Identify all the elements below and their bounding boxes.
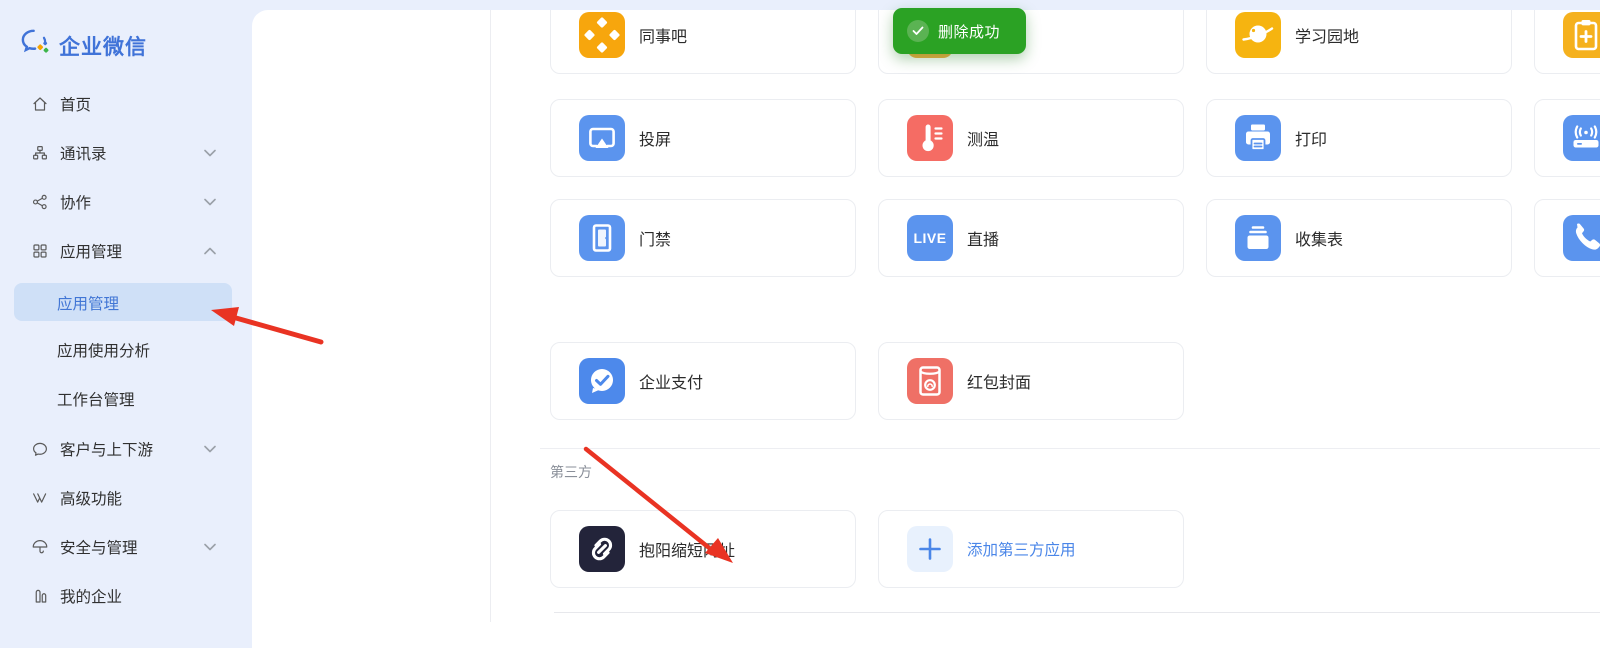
sidebar-subitem-app-usage-analysis[interactable]: 应用使用分析	[0, 337, 246, 363]
link-icon	[579, 526, 625, 572]
door-icon	[579, 215, 625, 261]
app-card-label: 打印	[1295, 126, 1327, 150]
app-card-label: 收集表	[1295, 226, 1343, 250]
wecom-logo-icon	[20, 28, 52, 63]
app-card-clipped-2[interactable]	[1534, 99, 1600, 177]
section-title-third-party: 第三方	[550, 462, 592, 482]
org-chart-icon	[31, 144, 49, 162]
sidebar-subitem-label: 工作台管理	[57, 388, 135, 410]
sidebar-item-app-management[interactable]: 应用管理	[0, 238, 246, 264]
app-card-label: 企业支付	[639, 369, 703, 393]
toast-text: 删除成功	[938, 21, 1000, 42]
sidebar: 企业微信 首页 通讯录 协作 应用管理 应用管理 应用使用分	[0, 0, 252, 648]
toast-delete-success: 删除成功	[893, 8, 1026, 54]
sidebar-subitem-app-management-selected[interactable]	[14, 283, 232, 321]
app-card-label: 同事吧	[639, 23, 687, 47]
share-nodes-icon	[31, 193, 49, 211]
thermometer-icon	[907, 115, 953, 161]
app-card-xuexiyuandi[interactable]: 学习园地	[1206, 10, 1512, 74]
section-divider	[540, 448, 1600, 449]
wecom-logo-text: 企业微信	[59, 31, 147, 61]
app-card-label: 直播	[967, 226, 999, 250]
content-vertical-divider	[490, 10, 491, 622]
chevron-down-icon	[204, 149, 216, 157]
sidebar-item-contacts[interactable]: 通讯录	[0, 140, 246, 166]
sidebar-item-collaboration[interactable]: 协作	[0, 189, 246, 215]
diamond-icon	[579, 12, 625, 58]
plus-icon	[907, 526, 953, 572]
sidebar-item-customers[interactable]: 客户与上下游	[0, 436, 246, 462]
home-icon	[31, 95, 49, 113]
chevron-down-icon	[204, 543, 216, 551]
wecom-logo[interactable]: 企业微信	[20, 28, 147, 63]
app-card-qiyezhifu[interactable]: 企业支付	[550, 342, 856, 420]
planet-icon	[1235, 12, 1281, 58]
chevron-up-icon	[204, 247, 216, 255]
app-card-clipped-1[interactable]	[1534, 10, 1600, 74]
double-v-icon	[31, 489, 49, 507]
chat-bubble-icon	[31, 440, 49, 458]
app-card-dayin[interactable]: 打印	[1206, 99, 1512, 177]
app-card-label: 投屏	[639, 126, 671, 150]
sidebar-item-home[interactable]: 首页	[0, 91, 246, 117]
phone-icon	[1563, 215, 1600, 261]
app-card-label: 门禁	[639, 226, 671, 250]
app-card-label: 红包封面	[967, 369, 1031, 393]
live-badge-text: LIVE	[913, 230, 946, 246]
app-card-baoyang-short-url[interactable]: 抱阳缩短网址	[550, 510, 856, 588]
sidebar-subitem-workbench-management[interactable]: 工作台管理	[0, 386, 246, 412]
app-card-label: 抱阳缩短网址	[639, 537, 735, 561]
app-card-label: 学习园地	[1295, 23, 1359, 47]
app-card-touping[interactable]: 投屏	[550, 99, 856, 177]
app-card-hongbaofengmian[interactable]: 红包封面	[878, 342, 1184, 420]
app-card-clipped-3[interactable]	[1534, 199, 1600, 277]
sidebar-item-label: 协作	[60, 191, 91, 213]
sidebar-item-label: 应用管理	[60, 240, 122, 262]
app-card-label: 测温	[967, 126, 999, 150]
check-circle-icon	[907, 20, 929, 42]
app-card-zhibo[interactable]: LIVE 直播	[878, 199, 1184, 277]
sidebar-item-label: 客户与上下游	[60, 438, 153, 460]
sidebar-item-label: 安全与管理	[60, 536, 138, 558]
wecom-admin-page: 企业微信 首页 通讯录 协作 应用管理 应用管理 应用使用分	[0, 0, 1600, 648]
live-badge: LIVE	[907, 215, 953, 261]
app-card-menjin[interactable]: 门禁	[550, 199, 856, 277]
company-icon	[31, 587, 49, 605]
chevron-down-icon	[204, 198, 216, 206]
clipboard-plus-icon	[1563, 12, 1600, 58]
router-icon	[1563, 115, 1600, 161]
app-card-cewen[interactable]: 测温	[878, 99, 1184, 177]
sidebar-item-label: 我的企业	[60, 585, 122, 607]
sidebar-item-security-management[interactable]: 安全与管理	[0, 534, 246, 560]
grid-icon	[31, 242, 49, 260]
sidebar-item-label: 首页	[60, 93, 91, 115]
add-third-party-app-label: 添加第三方应用	[967, 538, 1076, 560]
sidebar-subitem-label: 应用使用分析	[57, 339, 150, 361]
red-packet-icon	[907, 358, 953, 404]
app-card-shoujibiao[interactable]: 收集表	[1206, 199, 1512, 277]
sidebar-item-label: 通讯录	[60, 142, 107, 164]
screen-cast-icon	[579, 115, 625, 161]
sidebar-item-advanced-features[interactable]: 高级功能	[0, 485, 246, 511]
sidebar-item-label: 高级功能	[60, 487, 122, 509]
app-card-tongshiba[interactable]: 同事吧	[550, 10, 856, 74]
main-content-panel: 同事吧 学习园地 投屏	[252, 10, 1600, 648]
add-third-party-app-button[interactable]: 添加第三方应用	[878, 510, 1184, 588]
bottom-divider	[554, 612, 1600, 613]
pay-check-bubble-icon	[579, 358, 625, 404]
sidebar-item-my-company[interactable]: 我的企业	[0, 583, 246, 609]
printer-icon	[1235, 115, 1281, 161]
chevron-down-icon	[204, 445, 216, 453]
sidebar-subitem-label[interactable]: 应用管理	[57, 292, 119, 314]
drawer-icon	[1235, 215, 1281, 261]
umbrella-icon	[31, 538, 49, 556]
